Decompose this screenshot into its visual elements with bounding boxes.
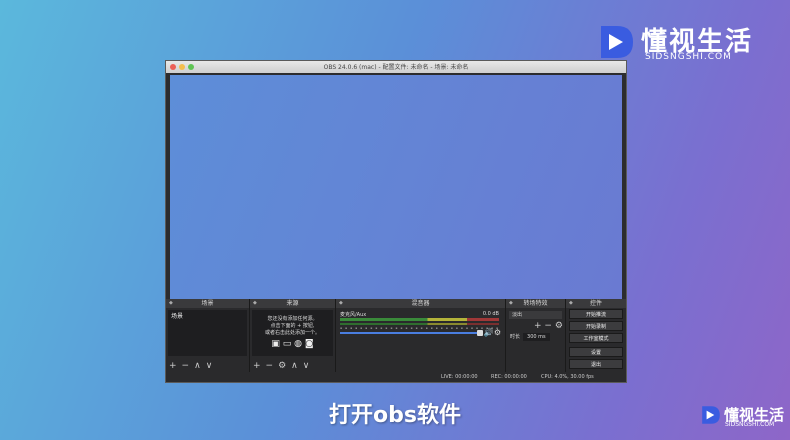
controls-panel: ◆ 控件 开始推流 开始录制 工作室模式 设置 退出 — [566, 299, 626, 373]
mixer-channel-controls: 🔊⚙ — [484, 328, 501, 337]
controls-header: ◆ 控件 — [566, 299, 626, 308]
camera-source-icon: ◙ — [304, 339, 314, 349]
window-title: OBS 24.0.6 (mac) - 配置文件: 未命名 - 场景: 未命名 — [323, 64, 469, 71]
dock-float-icon[interactable]: ◆ — [339, 299, 343, 308]
watermark-domain: SIDSNGSHI.COM — [725, 421, 775, 428]
mixer-header: ◆ 混音器 — [336, 299, 505, 308]
cpu-fps-status: CPU: 4.0%, 30.00 fps — [541, 374, 594, 380]
status-bar: LIVE: 00:00:00 REC: 00:00:00 CPU: 4.0%, … — [166, 372, 626, 382]
transitions-header: ◆ 转场特效 — [506, 299, 565, 308]
display-source-icon: ▭ — [282, 339, 292, 349]
scenes-header: ◆ 场景 — [166, 299, 249, 308]
transition-duration-row: 时长 300 ms — [510, 333, 550, 341]
move-up-icon[interactable]: ∧ — [291, 361, 298, 371]
brand-d-icon — [702, 406, 720, 424]
hint-line: 您还没有添加任何源。 — [267, 316, 318, 322]
add-source-icon[interactable]: + — [253, 361, 261, 371]
meter-scale: ▪▪▪▪▪▪▪▪▪▪▪▪▪▪▪▪▪▪▪▪▪▪▪▪▪▪▪▪▪▪▪▪▪▪ — [340, 326, 499, 330]
dock-float-icon[interactable]: ◆ — [569, 299, 573, 308]
obs-window: OBS 24.0.6 (mac) - 配置文件: 未命名 - 场景: 未命名 ◆… — [165, 60, 627, 383]
settings-button[interactable]: 设置 — [569, 347, 623, 357]
mixer-title: 混音器 — [411, 300, 430, 307]
add-scene-icon[interactable]: + — [169, 361, 177, 371]
live-timer: LIVE: 00:00:00 — [441, 374, 478, 380]
transitions-title: 转场特效 — [523, 300, 548, 307]
remove-transition-icon[interactable]: − — [544, 321, 552, 331]
rec-timer: REC: 00:00:00 — [491, 374, 527, 380]
controls-title: 控件 — [589, 300, 602, 307]
scenes-controls: + − ∧ ∨ — [169, 361, 217, 371]
preview-canvas[interactable] — [170, 75, 622, 299]
remove-scene-icon[interactable]: − — [182, 361, 190, 371]
sources-list[interactable]: 您还没有添加任何源。 点击下面的 + 按钮, 或者右击此处添加一个。 ▣ ▭ ◍… — [252, 310, 333, 356]
image-source-icon: ▣ — [271, 339, 280, 349]
exit-button[interactable]: 退出 — [569, 359, 623, 369]
dock-float-icon[interactable]: ◆ — [509, 299, 513, 308]
sources-title: 来源 — [286, 300, 299, 307]
move-up-icon[interactable]: ∧ — [194, 361, 201, 371]
window-titlebar: OBS 24.0.6 (mac) - 配置文件: 未命名 - 场景: 未命名 — [166, 61, 626, 73]
dock-area: ◆ 场景 场景 + − ∧ ∨ ◆ 来源 您还没有添加任何源。 点击下面的 + 按钮, 或… — [166, 299, 626, 373]
scenes-panel: ◆ 场景 场景 + − ∧ ∨ — [166, 299, 250, 373]
brand-d-icon — [601, 26, 633, 58]
scene-item[interactable]: 场景 — [168, 310, 247, 321]
transition-select[interactable]: 淡出 — [509, 311, 562, 319]
volume-slider[interactable] — [340, 330, 483, 336]
brand-domain: SIDSNGSHI.COM — [645, 52, 732, 62]
brand-watermark: 懂视生活 SIDSNGSHI.COM — [700, 402, 790, 430]
duration-label: 时长 — [510, 334, 521, 340]
studio-mode-button[interactable]: 工作室模式 — [569, 333, 623, 343]
start-streaming-button[interactable]: 开始推流 — [569, 309, 623, 319]
add-transition-icon[interactable]: + — [534, 321, 542, 331]
duration-input[interactable]: 300 ms — [523, 333, 550, 341]
source-settings-icon[interactable]: ⚙ — [278, 361, 286, 371]
speaker-icon[interactable]: 🔊 — [484, 328, 494, 337]
channel-settings-icon[interactable]: ⚙ — [494, 328, 501, 337]
mixer-channel-name: 麦克风/Aux — [340, 312, 367, 318]
video-caption: 打开obs软件 — [329, 403, 461, 428]
mixer-db-value: 0.0 dB — [482, 311, 499, 317]
scenes-title: 场景 — [201, 300, 214, 307]
volume-slider-handle[interactable] — [477, 330, 483, 336]
browser-source-icon: ◍ — [294, 339, 303, 349]
start-recording-button[interactable]: 开始录制 — [569, 321, 623, 331]
source-type-icons: ▣ ▭ ◍ ◙ — [252, 339, 333, 349]
sources-panel: ◆ 来源 您还没有添加任何源。 点击下面的 + 按钮, 或者右击此处添加一个。 ▣… — [250, 299, 336, 373]
hint-line: 或者右击此处添加一个。 — [264, 330, 320, 336]
transitions-panel: ◆ 转场特效 淡出 + − ⚙ 时长 300 ms — [506, 299, 566, 373]
move-down-icon[interactable]: ∨ — [206, 361, 213, 371]
mixer-panel: ◆ 混音器 麦克风/Aux 0.0 dB ▪▪▪▪▪▪▪▪▪▪▪▪▪▪▪▪▪▪▪▪… — [336, 299, 506, 373]
transition-controls: + − ⚙ — [534, 321, 563, 331]
audio-meter-right — [340, 323, 499, 325]
audio-meter-left — [340, 318, 499, 321]
remove-source-icon[interactable]: − — [266, 361, 274, 371]
hint-line: 点击下面的 + 按钮, — [270, 323, 315, 329]
move-down-icon[interactable]: ∨ — [303, 361, 310, 371]
sources-header: ◆ 来源 — [250, 299, 335, 308]
scenes-list[interactable]: 场景 — [168, 310, 247, 356]
transition-settings-icon[interactable]: ⚙ — [555, 321, 563, 331]
sources-controls: + − ⚙ ∧ ∨ — [253, 361, 314, 371]
sources-hint: 您还没有添加任何源。 点击下面的 + 按钮, 或者右击此处添加一个。 — [252, 310, 333, 337]
dock-float-icon[interactable]: ◆ — [253, 299, 257, 308]
dock-float-icon[interactable]: ◆ — [169, 299, 173, 308]
